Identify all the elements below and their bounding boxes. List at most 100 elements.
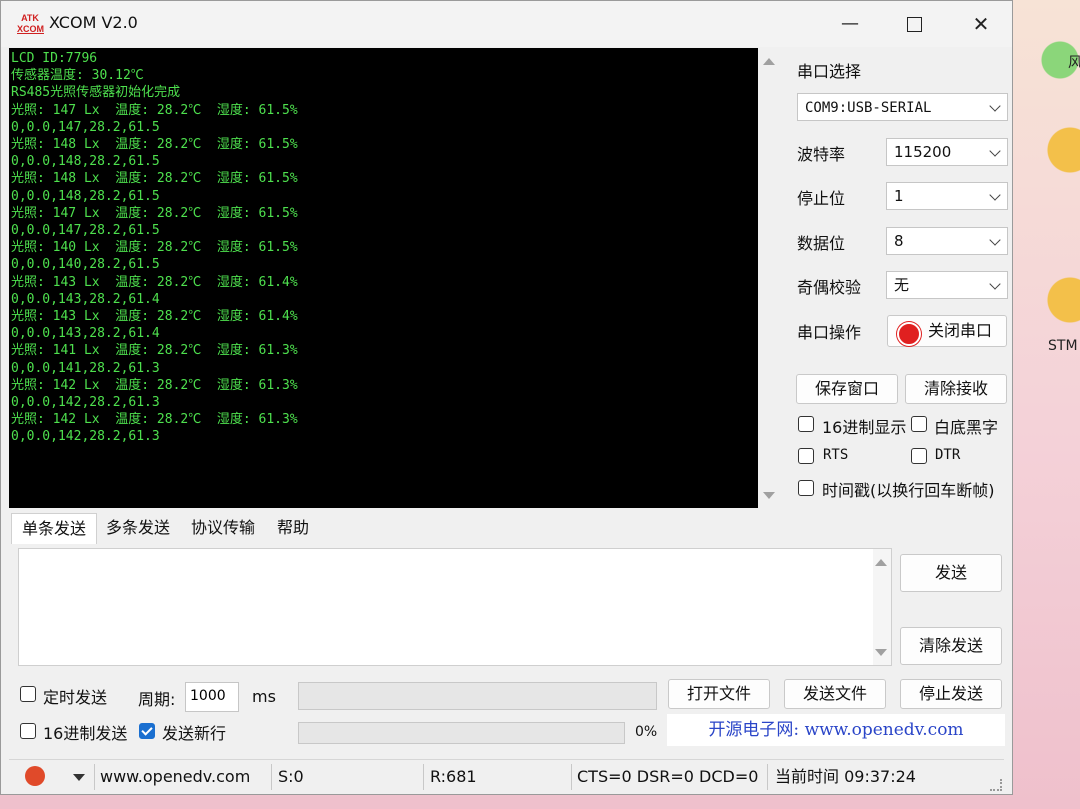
parity-label: 奇偶校验 xyxy=(797,278,862,297)
receive-output[interactable]: LCD ID:7796 传感器温度: 30.12℃ RS485光照传感器初始化完成光… xyxy=(9,48,758,508)
status-current-time: 当前时间 09:37:24 xyxy=(775,767,916,786)
period-label: 周期: xyxy=(138,690,176,709)
clear-send-button[interactable]: 清除发送 xyxy=(900,627,1002,665)
chevron-down-icon xyxy=(989,278,1001,290)
port-select[interactable]: COM9:USB-SERIAL xyxy=(797,93,1008,121)
receive-scrollbar[interactable] xyxy=(760,48,780,508)
app-logo-icon: ATK XCOM xyxy=(17,13,44,34)
chevron-down-icon xyxy=(989,189,1001,201)
scroll-down-icon[interactable] xyxy=(875,649,887,656)
hex-display-label: 16进制显示 xyxy=(822,418,907,437)
terminal-line: RS485光照传感器初始化完成 xyxy=(11,85,181,101)
send-button[interactable]: 发送 xyxy=(900,554,1002,592)
terminal-line: LCD ID:7796 xyxy=(11,51,98,66)
terminal-line: 0,0.0,143,28.2,61.4 xyxy=(11,326,160,342)
terminal-line: 光照: 147 Lx 温度: 28.2℃ 湿度: 61.5% xyxy=(11,102,298,118)
send-input[interactable] xyxy=(18,548,892,666)
chevron-down-icon xyxy=(989,145,1001,157)
period-input[interactable]: 1000 xyxy=(185,682,239,712)
terminal-line: 光照: 148 Lx 温度: 28.2℃ 湿度: 61.5% xyxy=(11,171,298,187)
data-bits-label: 数据位 xyxy=(797,234,846,253)
status-separator xyxy=(423,764,424,790)
hex-send-checkbox[interactable] xyxy=(20,723,36,739)
white-black-checkbox[interactable] xyxy=(911,416,927,432)
hex-send-label: 16进制发送 xyxy=(43,724,128,743)
send-progress-percent: 0% xyxy=(635,724,658,740)
stop-bits-label: 停止位 xyxy=(797,189,846,208)
terminal-line: 光照: 142 Lx 温度: 28.2℃ 湿度: 61.3% xyxy=(11,377,298,393)
hex-display-checkbox[interactable] xyxy=(798,416,814,432)
data-bits-select[interactable]: 8 xyxy=(886,227,1008,255)
send-newline-label: 发送新行 xyxy=(162,724,227,743)
maximize-icon xyxy=(906,17,922,32)
terminal-line: 光照: 147 Lx 温度: 28.2℃ 湿度: 61.5% xyxy=(11,205,298,221)
rts-checkbox[interactable] xyxy=(798,448,814,464)
openedv-website-link[interactable]: 开源电子网: www.openedv.com xyxy=(667,714,1005,746)
scroll-up-icon[interactable] xyxy=(875,559,887,566)
baud-label: 波特率 xyxy=(797,145,846,164)
title-bar[interactable]: ATK XCOM XCOM V2.0 — ✕ xyxy=(1,1,1012,47)
status-separator xyxy=(271,764,272,790)
tab-protocol[interactable]: 协议传输 xyxy=(181,513,265,543)
timestamp-label: 时间戳(以换行回车断帧) xyxy=(822,481,995,500)
dropdown-arrow-icon[interactable] xyxy=(73,774,85,781)
terminal-line: 传感器温度: 30.12℃ xyxy=(11,68,144,84)
terminal-line: 0,0.0,148,28.2,61.5 xyxy=(11,188,160,204)
terminal-line: 0,0.0,147,28.2,61.5 xyxy=(11,223,160,239)
terminal-line: 光照: 140 Lx 温度: 28.2℃ 湿度: 61.5% xyxy=(11,240,298,256)
terminal-line: 光照: 143 Lx 温度: 28.2℃ 湿度: 61.4% xyxy=(11,274,298,290)
open-file-button[interactable]: 打开文件 xyxy=(668,679,770,709)
send-scrollbar[interactable] xyxy=(873,549,891,665)
chevron-down-icon xyxy=(989,100,1001,112)
status-received-count: R:681 xyxy=(430,767,477,786)
terminal-line: 0,0.0,142,28.2,61.3 xyxy=(11,395,160,411)
dtr-checkbox[interactable] xyxy=(911,448,927,464)
status-modem-lines: CTS=0 DSR=0 DCD=0 xyxy=(577,767,759,786)
status-separator xyxy=(94,764,95,790)
white-black-label: 白底黑字 xyxy=(934,418,999,437)
save-window-button[interactable]: 保存窗口 xyxy=(796,374,898,404)
stop-bits-select[interactable]: 1 xyxy=(886,182,1008,210)
status-website[interactable]: www.openedv.com xyxy=(100,760,250,793)
timestamp-checkbox[interactable] xyxy=(798,480,814,496)
resize-grip-icon[interactable] xyxy=(990,779,1002,791)
minimize-button[interactable]: — xyxy=(830,9,870,39)
file-progress-field xyxy=(298,682,657,710)
desktop-icon-label[interactable]: 风 xyxy=(1068,52,1080,72)
terminal-line: 0,0.0,148,28.2,61.5 xyxy=(11,154,160,170)
tab-help[interactable]: 帮助 xyxy=(267,513,319,543)
terminal-line: 光照: 148 Lx 温度: 28.2℃ 湿度: 61.5% xyxy=(11,137,298,153)
baud-select[interactable]: 115200 xyxy=(886,138,1008,166)
port-section-title: 串口选择 xyxy=(797,62,862,81)
close-port-button[interactable]: 关闭串口 xyxy=(887,315,1007,347)
scroll-up-icon[interactable] xyxy=(763,58,775,65)
clear-receive-button[interactable]: 清除接收 xyxy=(905,374,1007,404)
maximize-button[interactable] xyxy=(894,9,934,39)
tab-multi-send[interactable]: 多条发送 xyxy=(97,513,179,543)
close-button[interactable]: ✕ xyxy=(961,9,1001,39)
chevron-down-icon xyxy=(989,234,1001,246)
status-bar: www.openedv.com S:0 R:681 CTS=0 DSR=0 DC… xyxy=(9,759,1004,793)
send-newline-checkbox[interactable] xyxy=(139,723,155,739)
port-status-icon xyxy=(897,322,921,346)
terminal-line: 光照: 141 Lx 温度: 28.2℃ 湿度: 61.3% xyxy=(11,343,298,359)
stop-send-button[interactable]: 停止发送 xyxy=(900,679,1002,709)
tab-single-send[interactable]: 单条发送 xyxy=(11,513,97,544)
terminal-line: 0,0.0,140,28.2,61.5 xyxy=(11,257,160,273)
record-icon[interactable] xyxy=(25,766,45,786)
timed-send-checkbox[interactable] xyxy=(20,686,36,702)
scroll-down-icon[interactable] xyxy=(763,492,775,499)
terminal-line: 光照: 142 Lx 温度: 28.2℃ 湿度: 61.3% xyxy=(11,412,298,428)
port-operation-label: 串口操作 xyxy=(797,323,862,342)
send-progress-bar xyxy=(298,722,625,744)
desktop-icon-label[interactable]: STM xyxy=(1048,338,1078,354)
terminal-line: 光照: 143 Lx 温度: 28.2℃ 湿度: 61.4% xyxy=(11,309,298,325)
parity-select[interactable]: 无 xyxy=(886,271,1008,299)
timed-send-label: 定时发送 xyxy=(43,688,108,707)
status-sent-count: S:0 xyxy=(278,767,304,786)
period-unit: ms xyxy=(252,687,276,706)
status-separator xyxy=(767,764,768,790)
send-file-button[interactable]: 发送文件 xyxy=(784,679,886,709)
terminal-line: 0,0.0,147,28.2,61.5 xyxy=(11,119,160,135)
terminal-line: 0,0.0,141,28.2,61.3 xyxy=(11,360,160,376)
